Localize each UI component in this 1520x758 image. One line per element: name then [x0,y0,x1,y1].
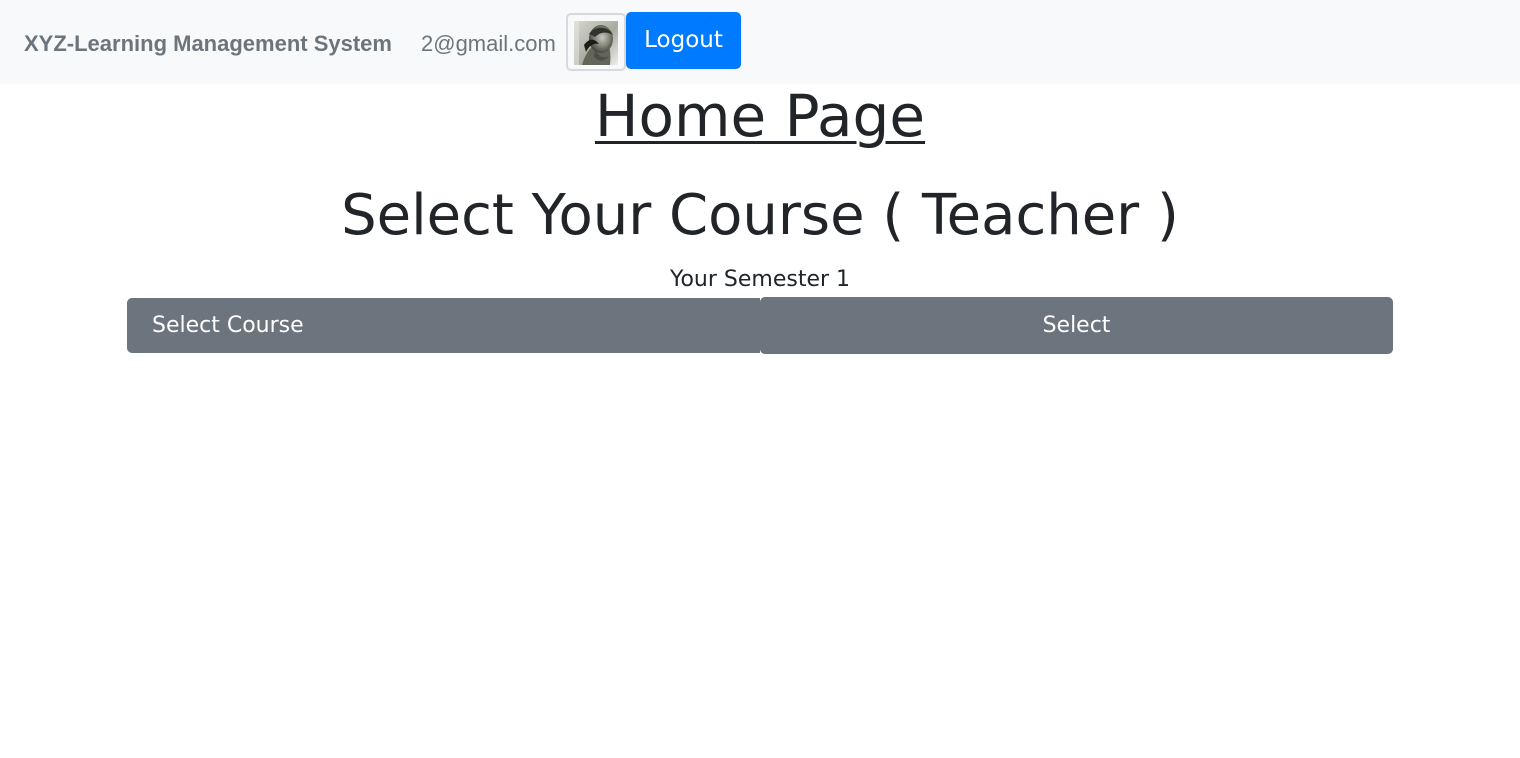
user-email: 2@gmail.com [421,31,556,56]
semester-text: Your Semester 1 [669,267,851,292]
course-selection-heading: Select Your Course ( Teacher ) [341,183,1179,248]
brand-link[interactable]: XYZ-Learning Management System [24,30,392,58]
course-select-dropdown[interactable]: Select Course [127,298,760,353]
profile-photo-icon [574,21,618,65]
top-navbar: XYZ-Learning Management System 2@gmail.c… [0,0,1520,84]
course-select-value: Select Course [152,313,304,338]
home-page-title-text: Home Page [594,82,926,150]
logout-button[interactable]: Logout [626,12,741,69]
select-course-button[interactable]: Select [760,297,1393,354]
profile-avatar-button[interactable] [566,13,626,71]
page-title: Home Page [0,82,1520,150]
